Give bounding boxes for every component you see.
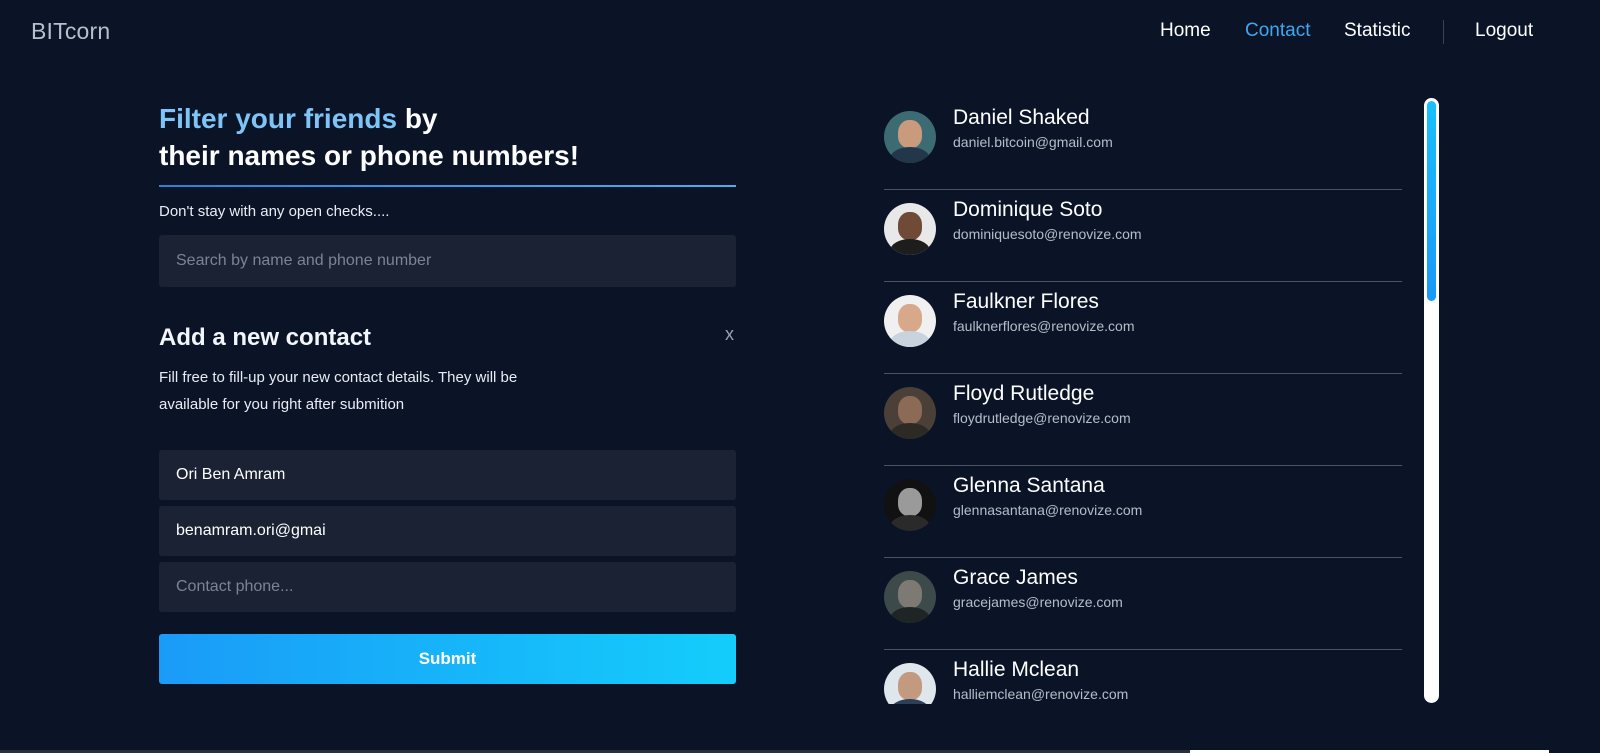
headline-highlight: Filter your friends (159, 103, 398, 134)
submit-button[interactable]: Submit (159, 634, 736, 684)
avatar (884, 571, 936, 623)
contact-email-input[interactable] (159, 506, 736, 556)
headline-underline (159, 185, 736, 187)
filter-subtitle: Don't stay with any open checks.... (159, 203, 390, 220)
contact-list: Daniel Shaked daniel.bitcoin@gmail.com D… (884, 98, 1402, 704)
contact-item[interactable]: Glenna Santana glennasantana@renovize.co… (884, 466, 1402, 558)
contact-item[interactable]: Faulkner Flores faulknerflores@renovize.… (884, 282, 1402, 374)
page-headline: Filter your friends by their names or ph… (159, 100, 736, 174)
avatar (884, 295, 936, 347)
contact-item[interactable]: Hallie Mclean halliemclean@renovize.com (884, 650, 1402, 704)
contact-email: glennasantana@renovize.com (953, 502, 1143, 518)
add-contact-description: Fill free to fill-up your new contact de… (159, 369, 518, 413)
search-input[interactable] (159, 235, 736, 287)
contact-list-scrollbar[interactable] (1424, 98, 1439, 703)
contact-name-input[interactable] (159, 450, 736, 500)
contact-email: halliemclean@renovize.com (953, 686, 1129, 702)
contact-item[interactable]: Dominique Soto dominiquesoto@renovize.co… (884, 190, 1402, 282)
add-contact-title: Add a new contact (159, 324, 372, 351)
scrollbar-thumb[interactable] (1427, 101, 1436, 301)
contact-name: Grace James (953, 566, 1078, 589)
contact-email: faulknerflores@renovize.com (953, 318, 1135, 334)
avatar (884, 203, 936, 255)
contact-email: daniel.bitcoin@gmail.com (953, 134, 1113, 150)
contact-item[interactable]: Daniel Shaked daniel.bitcoin@gmail.com (884, 98, 1402, 190)
contact-name: Floyd Rutledge (953, 382, 1095, 405)
nav-statistic[interactable]: Statistic (1344, 20, 1411, 42)
avatar (884, 111, 936, 163)
contact-name: Hallie Mclean (953, 658, 1080, 681)
contact-name: Glenna Santana (953, 474, 1105, 497)
avatar (884, 479, 936, 531)
nav-divider (1443, 20, 1444, 44)
headline-by: by (397, 103, 438, 134)
nav-contact[interactable]: Contact (1245, 20, 1310, 42)
contact-email: gracejames@renovize.com (953, 594, 1123, 610)
contact-name: Daniel Shaked (953, 106, 1090, 129)
filter-and-add-panel: Filter your friends by their names or ph… (159, 100, 736, 684)
avatar (884, 387, 936, 439)
contact-item[interactable]: Grace James gracejames@renovize.com (884, 558, 1402, 650)
add-contact-form: Submit (159, 450, 736, 684)
contact-email: dominiquesoto@renovize.com (953, 226, 1142, 242)
avatar (884, 663, 936, 704)
nav-home[interactable]: Home (1160, 20, 1211, 42)
logout-link[interactable]: Logout (1475, 20, 1533, 42)
contact-email: floydrutledge@renovize.com (953, 410, 1131, 426)
contact-item[interactable]: Floyd Rutledge floydrutledge@renovize.co… (884, 374, 1402, 466)
contact-phone-input[interactable] (159, 562, 736, 612)
brand-logo[interactable]: BITcorn (31, 18, 110, 45)
contact-name: Faulkner Flores (953, 290, 1099, 313)
add-contact-header: Add a new contact x (159, 318, 736, 358)
headline-line2: their names or phone numbers! (159, 140, 580, 171)
contact-name: Dominique Soto (953, 198, 1103, 221)
close-icon[interactable]: x (725, 324, 734, 345)
